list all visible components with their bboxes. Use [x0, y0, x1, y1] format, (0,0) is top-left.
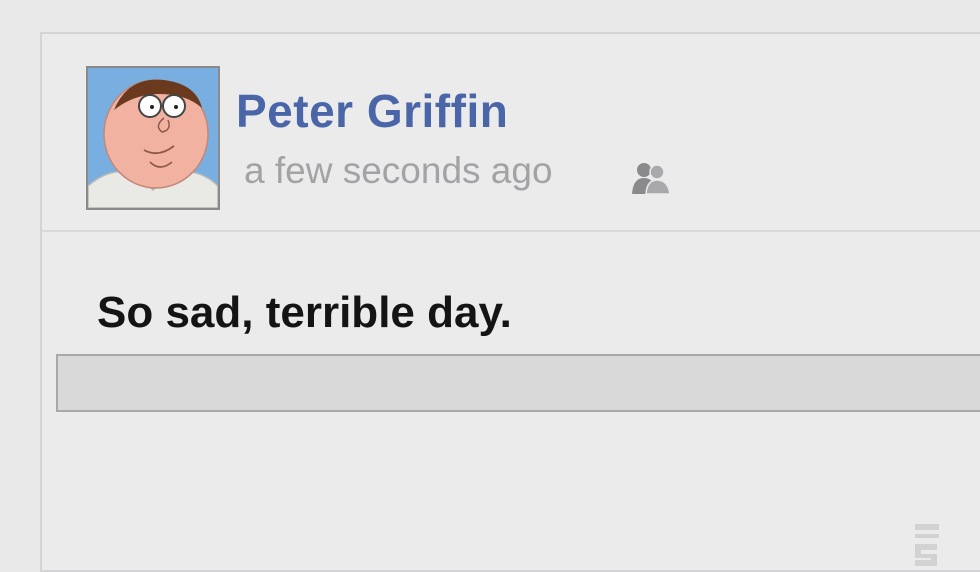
avatar[interactable]	[86, 66, 220, 210]
status-message: So sad, terrible day.	[97, 288, 512, 337]
avatar-image	[88, 68, 218, 208]
author-name-link[interactable]: Peter Griffin	[236, 84, 508, 138]
friends-icon[interactable]	[630, 160, 672, 196]
post-header: Peter Griffin a few seconds ago	[42, 34, 980, 232]
network-logo-icon	[915, 524, 939, 566]
post-card: Peter Griffin a few seconds ago So sad, …	[40, 32, 980, 572]
comment-input[interactable]	[56, 354, 980, 412]
post-timestamp[interactable]: a few seconds ago	[244, 150, 553, 192]
